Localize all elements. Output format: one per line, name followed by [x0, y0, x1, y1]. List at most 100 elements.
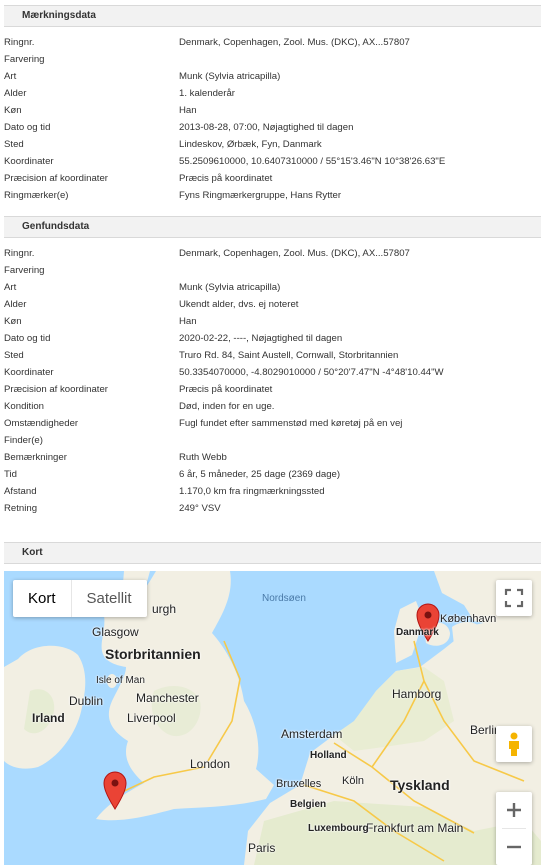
zoom-out-button[interactable] [496, 829, 532, 865]
fullscreen-button[interactable] [496, 580, 532, 616]
map-label-isle-of-man: Isle of Man [96, 675, 145, 686]
row-value: 6 år, 5 måneder, 25 dage (2369 dage) [179, 469, 341, 480]
map-label-luxembourg: Luxembourg [308, 823, 369, 834]
row-key: Alder [4, 88, 27, 99]
data-row: Koordinater 55.2509610000, 10.6407310000 … [0, 153, 542, 170]
row-key: Art [4, 282, 17, 293]
marking-table: Ringnr. Denmark, Copenhagen, Zool. Mus. (… [0, 34, 542, 204]
row-value: Munk (Sylvia atricapilla) [179, 282, 281, 293]
row-value: Fugl fundet efter sammenstød med køretøj… [179, 418, 403, 429]
data-row: Sted Lindeskov, Ørbæk, Fyn, Danmark [0, 136, 542, 153]
map-type-map-button[interactable]: Kort [13, 580, 71, 617]
map-label-hamborg: Hamborg [392, 687, 442, 701]
map-label-holland: Holland [310, 750, 347, 761]
map-label-liverpool: Liverpool [127, 711, 176, 725]
marking-section-header: Mærkningsdata [4, 5, 541, 27]
zoom-in-button[interactable] [496, 792, 532, 828]
map-label-kobenhavn: København [440, 613, 497, 625]
row-value: 50.3354070000, -4.8029010000 / 50°20'7.4… [179, 367, 444, 378]
fullscreen-icon [504, 588, 524, 608]
row-key: Farvering [4, 265, 45, 276]
map-label-manchester: Manchester [136, 691, 199, 705]
row-value: Lindeskov, Ørbæk, Fyn, Danmark [179, 139, 322, 150]
map-label-edinburgh: urgh [152, 602, 177, 616]
map-label-storbritannien: Storbritannien [105, 646, 201, 662]
map-label-koln: Köln [342, 775, 365, 787]
data-row: Alder Ukendt alder, dvs. ej noteret [0, 296, 542, 313]
row-key: Omstændigheder [4, 418, 79, 429]
row-key: Køn [4, 105, 22, 116]
map-type-control: Kort Satellit [13, 580, 147, 617]
row-key: Retning [4, 503, 38, 514]
row-key: Dato og tid [4, 122, 51, 133]
data-row: Køn Han [0, 313, 542, 330]
map-label-london: London [190, 757, 231, 771]
row-key: Farvering [4, 54, 45, 65]
data-row: Alder 1. kalenderår [0, 85, 542, 102]
row-value: Munk (Sylvia atricapilla) [179, 71, 281, 82]
data-row: Omstændigheder Fugl fundet efter sammenst… [0, 415, 542, 432]
data-row: Præcision af koordinater Præcis på koordi… [0, 170, 542, 187]
data-row: Køn Han [0, 102, 542, 119]
map-label-frankfurt: Frankfurt am Main [366, 821, 464, 835]
map-label-belgien: Belgien [290, 799, 327, 810]
zoom-control [496, 792, 532, 865]
row-value: Ruth Webb [179, 452, 227, 463]
map-section-header: Kort [4, 542, 541, 564]
row-key: Køn [4, 316, 22, 327]
row-key: Ringnr. [4, 248, 35, 259]
row-value: 1.170,0 km fra ringmærkningssted [179, 486, 325, 497]
row-key: Ringmærker(e) [4, 190, 69, 201]
row-key: Bemærkninger [4, 452, 67, 463]
street-view-button[interactable] [496, 726, 532, 762]
data-row: Farvering [0, 262, 542, 279]
data-row: Bemærkninger Ruth Webb [0, 449, 542, 466]
row-key: Dato og tid [4, 333, 51, 344]
recovery-section-header: Genfundsdata [4, 216, 541, 238]
row-value: Fyns Ringmærkergruppe, Hans Rytter [179, 190, 342, 201]
data-row: Art Munk (Sylvia atricapilla) [0, 279, 542, 296]
map-label-paris: Paris [248, 841, 276, 855]
row-key: Alder [4, 299, 27, 310]
data-row: Sted Truro Rd. 84, Saint Austell, Cornwal… [0, 347, 542, 364]
data-row: Præcision af koordinater Præcis på koordi… [0, 381, 542, 398]
recovery-section-title: Genfundsdata [22, 221, 90, 232]
row-value: 1. kalenderår [179, 88, 235, 99]
map-label-irland: Irland [32, 711, 65, 725]
map-canvas[interactable]: Nordsøen urgh Glasgow Storbritannien Isl… [4, 571, 541, 865]
row-key: Afstand [4, 486, 37, 497]
row-key: Koordinater [4, 156, 54, 167]
map-label-bruxelles: Bruxelles [276, 778, 322, 790]
row-key: Kondition [4, 401, 45, 412]
row-value: Præcis på koordinatet [179, 173, 273, 184]
map-section-title: Kort [22, 547, 43, 558]
row-value: Han [179, 105, 197, 116]
row-value: 2020-02-22, ----, Nøjagtighed til dagen [179, 333, 343, 344]
data-row: Finder(e) [0, 432, 542, 449]
row-value: Truro Rd. 84, Saint Austell, Cornwall, S… [179, 350, 399, 361]
row-value: 2013-08-28, 07:00, Nøjagtighed til dagen [179, 122, 354, 133]
row-value: 55.2509610000, 10.6407310000 / 55°15'3.4… [179, 156, 446, 167]
row-key: Præcision af koordinater [4, 384, 108, 395]
data-row: Dato og tid 2020-02-22, ----, Nøjagtighed… [0, 330, 542, 347]
map-type-satellite-button[interactable]: Satellit [70, 580, 147, 617]
row-key: Ringnr. [4, 37, 35, 48]
row-key: Tid [4, 469, 17, 480]
map-label-glasgow: Glasgow [92, 625, 139, 639]
data-row: Koordinater 50.3354070000, -4.8029010000 … [0, 364, 542, 381]
plus-icon [507, 803, 521, 817]
row-key: Koordinater [4, 367, 54, 378]
row-key: Præcision af koordinater [4, 173, 108, 184]
map-label-tyskland: Tyskland [390, 777, 450, 793]
data-row: Kondition Død, inden for en uge. [0, 398, 542, 415]
data-row: Tid 6 år, 5 måneder, 25 dage (2369 dage) [0, 466, 542, 483]
pegman-icon [509, 732, 519, 756]
row-key: Finder(e) [4, 435, 43, 446]
map-label-dublin: Dublin [69, 694, 104, 708]
minus-icon [507, 845, 521, 849]
row-value: 249° VSV [179, 503, 221, 514]
row-key: Sted [4, 350, 24, 361]
row-key: Art [4, 71, 17, 82]
map-label-nordsoen: Nordsøen [262, 593, 306, 604]
data-row: Dato og tid 2013-08-28, 07:00, Nøjagtighe… [0, 119, 542, 136]
